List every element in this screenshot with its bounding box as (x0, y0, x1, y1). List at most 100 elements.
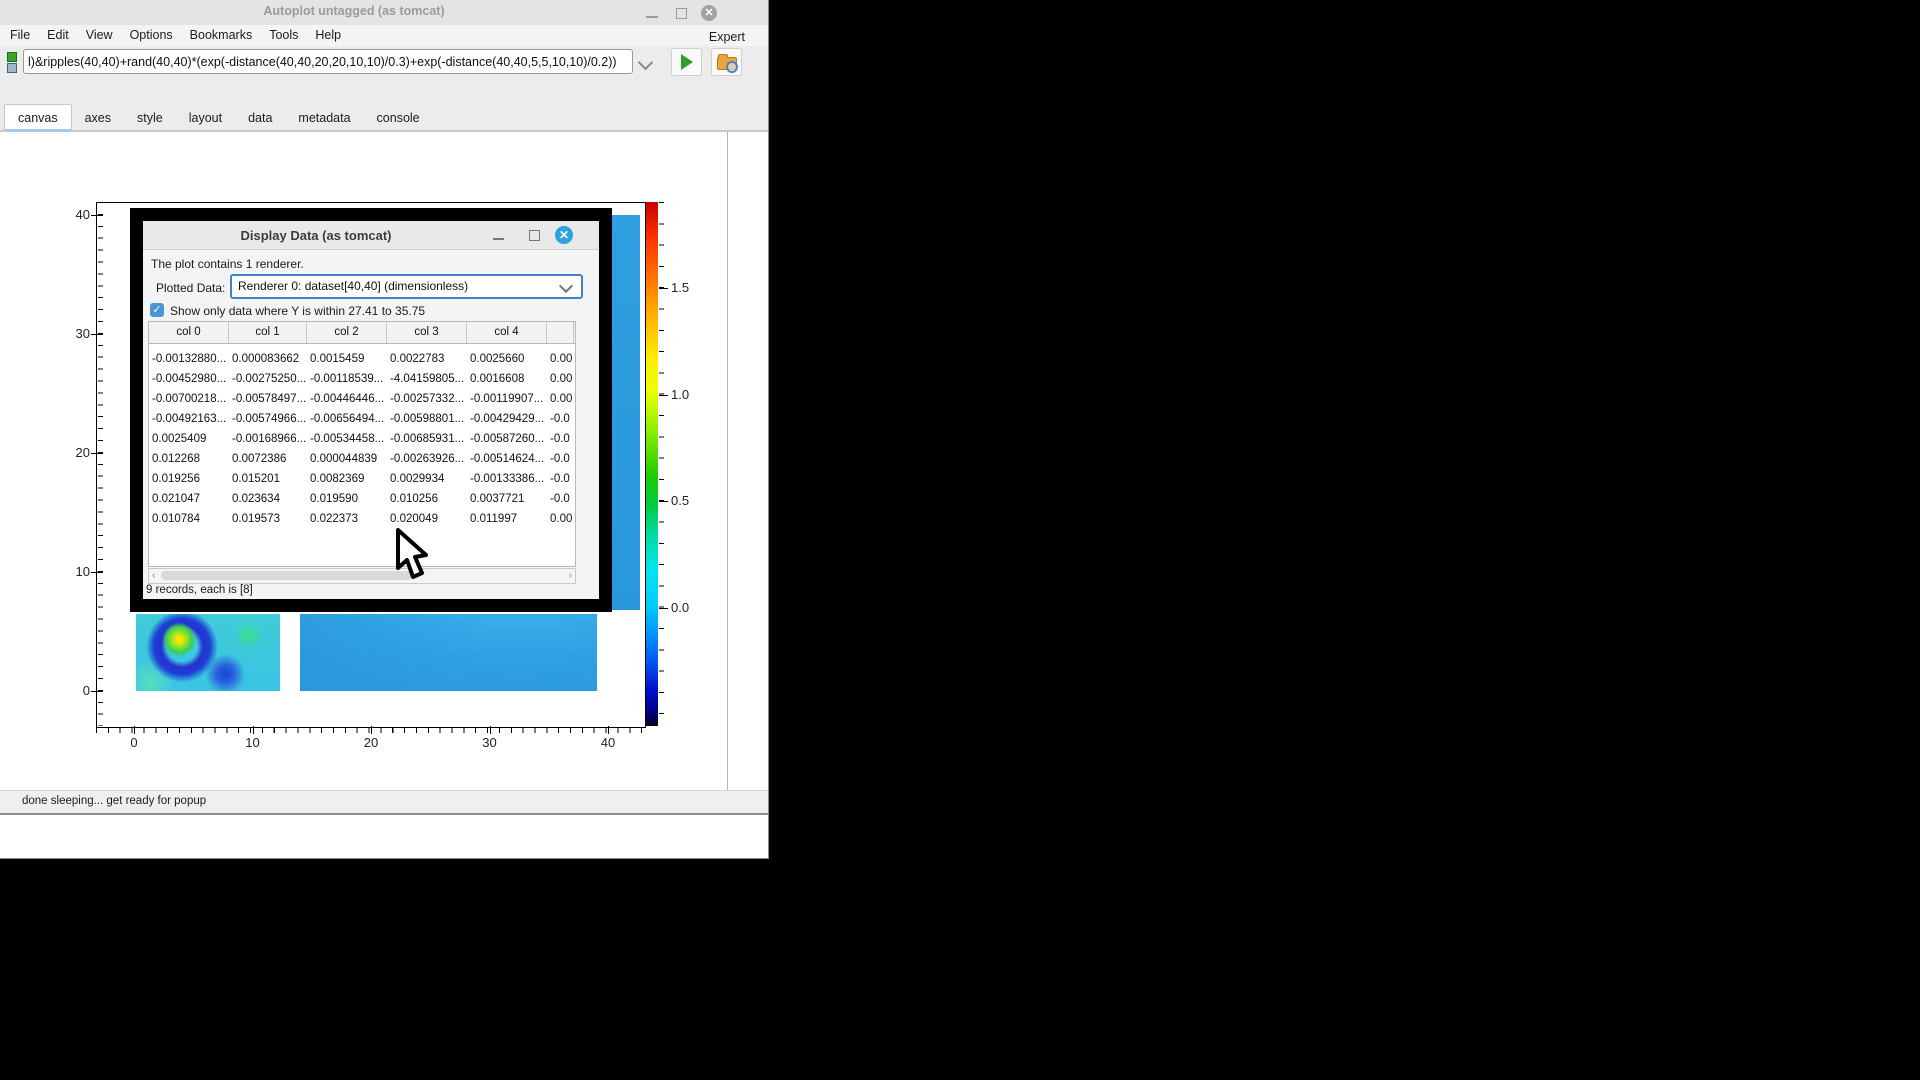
table-cell: 0.019573 (229, 509, 307, 529)
colorbar-tick-label: 0.5 (671, 494, 701, 508)
table-cell: -0.00429429... (467, 409, 547, 429)
table-row[interactable]: 0.0210470.0236340.0195900.0102560.003772… (149, 489, 575, 509)
table-cell: -0.00446446... (307, 389, 387, 409)
datasource-green-square-icon[interactable] (7, 52, 17, 62)
y-major-tick (91, 691, 103, 692)
plotted-data-label: Plotted Data: (156, 281, 225, 295)
expert-mode-label[interactable]: Expert (709, 30, 745, 44)
table-cell: 0.020049 (387, 509, 467, 529)
uri-input[interactable]: l)&ripples(40,40)+rand(40,40)*(exp(-dist… (23, 49, 633, 74)
tab-data[interactable]: data (235, 105, 285, 132)
spectrogram-blue-region (300, 614, 597, 691)
tab-axes[interactable]: axes (72, 105, 124, 132)
table-cell: 0.0022783 (387, 349, 467, 369)
colorbar-tick-label: 1.0 (671, 388, 701, 402)
menu-edit[interactable]: Edit (47, 25, 69, 42)
table-cell: 0.000083662 (229, 349, 307, 369)
filter-checkbox[interactable]: ✓ (150, 303, 164, 317)
table-header: col 0col 1col 2col 3col 4 (149, 322, 575, 344)
dialog-maximize-icon[interactable] (529, 230, 540, 241)
colorbar-minor-ticks (659, 202, 664, 726)
magnifier-icon (726, 61, 738, 73)
table-cell: -0.0 (547, 409, 574, 429)
tab-layout[interactable]: layout (176, 105, 235, 132)
tab-row: canvasaxesstylelayoutdatametadataconsole (0, 78, 768, 132)
table-column-header[interactable] (547, 322, 574, 343)
address-bar-row: l)&ripples(40,40)+rand(40,40)*(exp(-dist… (0, 46, 768, 78)
scrollbar-thumb[interactable] (161, 571, 413, 580)
close-icon[interactable]: ✕ (701, 5, 717, 21)
colorbar-tick-label: 0.0 (671, 601, 701, 615)
data-table[interactable]: col 0col 1col 2col 3col 4 -0.00132880...… (148, 321, 576, 567)
scroll-left-icon[interactable]: ‹ (152, 570, 155, 582)
table-row[interactable]: -0.00492163...-0.00574966...-0.00656494.… (149, 409, 575, 429)
uri-dropdown-chevron-icon[interactable] (638, 55, 654, 71)
inspect-uri-button[interactable] (711, 48, 742, 76)
table-column-header[interactable]: col 2 (307, 322, 387, 343)
table-cell: -0.00534458... (307, 429, 387, 449)
table-cell: -0.00275250... (229, 369, 307, 389)
menu-options[interactable]: Options (130, 25, 173, 42)
y-tick-label: 40 (56, 208, 90, 222)
tab-style[interactable]: style (124, 105, 176, 132)
menu-view[interactable]: View (86, 25, 113, 42)
table-cell: 0.0025660 (467, 349, 547, 369)
y-tick-label: 30 (56, 327, 90, 341)
menu-bar: File Edit View Options Bookmarks Tools Help Ex… (0, 25, 768, 46)
y-axis-minor-ticks (98, 202, 103, 726)
dialog-close-icon[interactable]: ✕ (555, 226, 573, 244)
autoplot-window: Autoplot untagged (as tomcat) ✕ File Edit… (0, 0, 769, 859)
x-major-tick (490, 726, 491, 734)
table-cell: -0.00656494... (307, 409, 387, 429)
menu-bookmarks[interactable]: Bookmarks (190, 25, 253, 42)
table-column-header[interactable]: col 3 (387, 322, 467, 343)
table-column-header[interactable]: col 0 (149, 322, 229, 343)
dialog-title: Display Data (as tomcat) (143, 228, 489, 243)
minimize-icon[interactable] (646, 16, 658, 18)
spectrogram-right-strip (611, 215, 640, 610)
play-icon (681, 54, 693, 70)
menu-help[interactable]: Help (315, 25, 341, 42)
table-horizontal-scrollbar[interactable]: ‹ › (148, 568, 576, 584)
plotted-data-value: Renderer 0: dataset[40,40] (dimensionles… (238, 279, 468, 293)
table-cell: -0.00685931... (387, 429, 467, 449)
scroll-right-icon[interactable]: › (569, 570, 572, 582)
table-cell: -0.00574966... (229, 409, 307, 429)
dialog-titlebar[interactable]: Display Data (as tomcat) ✕ (143, 221, 599, 250)
table-column-header[interactable]: col 1 (229, 322, 307, 343)
plot-canvas[interactable]: 403020100 010203040 1.51.00.50.0 Display… (0, 132, 768, 790)
table-column-header[interactable]: col 4 (467, 322, 547, 343)
menu-items: File Edit View Options Bookmarks Tools Help (10, 25, 358, 44)
colorbar-major-tick (659, 608, 668, 609)
tab-console[interactable]: console (364, 105, 433, 132)
table-row[interactable]: -0.00452980...-0.00275250...-0.00118539.… (149, 369, 575, 389)
table-row[interactable]: 0.0122680.00723860.000044839-0.00263926.… (149, 449, 575, 469)
colorbar-tick-label: 1.5 (671, 281, 701, 295)
table-row[interactable]: -0.00700218...-0.00578497...-0.00446446.… (149, 389, 575, 409)
datasource-blue-square-icon[interactable] (7, 63, 17, 73)
desktop-background: Autoplot untagged (as tomcat) ✕ File Edit… (0, 0, 1920, 1080)
tab-metadata[interactable]: metadata (285, 105, 363, 132)
table-cell: -0.00514624... (467, 449, 547, 469)
window-titlebar[interactable]: Autoplot untagged (as tomcat) ✕ (0, 0, 768, 25)
plotted-data-select[interactable]: Renderer 0: dataset[40,40] (dimensionles… (230, 274, 583, 299)
table-cell: -4.04159805... (387, 369, 467, 389)
table-row[interactable]: 0.0025409-0.00168966...-0.00534458...-0.… (149, 429, 575, 449)
table-row[interactable]: 0.0192560.0152010.00823690.0029934-0.001… (149, 469, 575, 489)
tab-canvas[interactable]: canvas (4, 104, 72, 132)
table-cell: 0.011997 (467, 509, 547, 529)
table-cell: -0.00132880... (149, 349, 229, 369)
maximize-icon[interactable] (676, 8, 687, 19)
menu-tools[interactable]: Tools (269, 25, 298, 42)
menu-file[interactable]: File (10, 25, 30, 42)
x-major-tick (608, 726, 609, 734)
x-tick-label: 40 (593, 736, 623, 750)
x-major-tick (134, 726, 135, 734)
dialog-minimize-icon[interactable] (493, 238, 504, 240)
y-major-tick (91, 215, 103, 216)
go-button[interactable] (671, 48, 702, 76)
table-cell: -0.00168966... (229, 429, 307, 449)
table-row[interactable]: 0.0107840.0195730.0223730.0200490.011997… (149, 509, 575, 529)
table-row[interactable]: -0.00132880...0.0000836620.00154590.0022… (149, 349, 575, 369)
renderer-count-text: The plot contains 1 renderer. (151, 257, 304, 271)
